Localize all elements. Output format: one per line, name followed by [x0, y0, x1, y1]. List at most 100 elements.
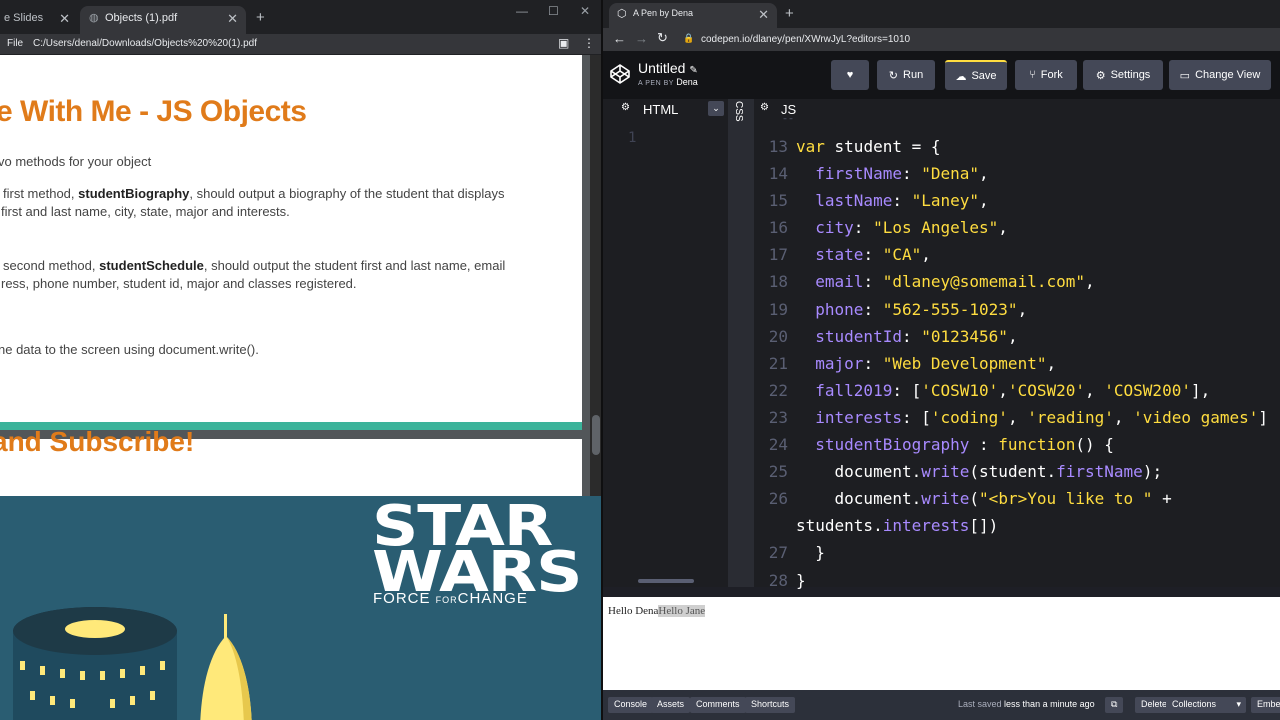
code-line[interactable]: 13 var student = { [754, 133, 1280, 160]
trademark-mark: ™ [568, 580, 575, 587]
tab-codepen[interactable]: ⬡ A Pen by Dena ✕ [609, 3, 777, 28]
file-path[interactable]: C:/Users/denal/Downloads/Objects%20%20(1… [33, 38, 257, 49]
code-text: fall2019: ['COSW10','COSW20', 'COSW200']… [815, 380, 1211, 400]
new-tab-icon[interactable]: + [785, 5, 794, 22]
embed-button[interactable]: Embe [1251, 697, 1280, 713]
js-pane-header: ⚙ JS [754, 99, 1280, 121]
fork-button[interactable]: ⑂ Fork [1015, 60, 1077, 90]
assets-button[interactable]: Assets [651, 697, 691, 713]
collections-button[interactable]: Collections ▾ [1166, 697, 1246, 713]
left-tab-bar: e Slides ✕ ◍ Objects (1).pdf ✕ + — ☐ ✕ [0, 0, 602, 34]
close-icon[interactable]: ✕ [59, 11, 70, 27]
code-line[interactable]: 22 fall2019: ['COSW10','COSW20', 'COSW20… [754, 377, 1280, 404]
css-pane-title: CSS [733, 101, 744, 122]
settings-small-icon[interactable]: ⚙ [621, 102, 630, 113]
pdf-outro: ne data to the screen using document.wri… [0, 342, 259, 357]
tab-label: A Pen by Dena [633, 8, 694, 18]
chevron-down-icon: ▾ [1236, 699, 1241, 709]
pdf-method2-line2: ress, phone number, student id, major an… [1, 276, 357, 291]
code-text: major: "Web Development", [815, 353, 1057, 373]
gear-icon: ⚙ [1095, 69, 1106, 82]
right-tab-bar: ⬡ A Pen by Dena ✕ + [603, 0, 1280, 28]
code-text: lastName: "Laney", [815, 191, 989, 211]
line-number: 16 [768, 218, 788, 238]
code-line[interactable]: 17 state: "CA", [754, 241, 1280, 268]
code-line[interactable]: 21 major: "Web Development", [754, 350, 1280, 377]
js-code-area[interactable]: 13 var student = {14 firstName: "Dena", 15… [754, 133, 1280, 594]
chevron-down-icon[interactable]: ⌄ [708, 101, 724, 116]
result-preview[interactable]: Hello DenaHello Jane [603, 597, 1280, 690]
edit-pencil-icon[interactable]: ✎ [689, 65, 697, 76]
save-button[interactable]: ☁ Save [945, 60, 1007, 90]
codepen-browser-window: ⬡ A Pen by Dena ✕ + ← → ↻ 🔒 codepen.io/d… [603, 0, 1280, 720]
preview-output-text: Hello Dena [608, 605, 659, 617]
change-view-button[interactable]: ▭ Change View [1169, 60, 1271, 90]
code-text: studentBiography : function() { [815, 435, 1114, 455]
line-number: 28 [768, 570, 788, 590]
console-button[interactable]: Console [608, 697, 654, 713]
menu-icon[interactable]: ⋮ [583, 36, 595, 50]
code-line[interactable]: 19 phone: "562-555-1023", [754, 296, 1280, 323]
close-icon[interactable]: ✕ [758, 7, 769, 23]
preview-output-selected: Hello Jane [658, 605, 706, 617]
js-editor[interactable]: ⚙ JS ¯¯ 13 var student = {14 firstName: "… [754, 99, 1280, 590]
url-field[interactable]: codepen.io/dlaney/pen/XWrwJyL?editors=10… [701, 34, 910, 45]
close-icon[interactable]: ✕ [227, 11, 238, 27]
forward-icon[interactable]: → [635, 31, 648, 46]
code-line[interactable]: 18 email: "dlaney@somemail.com", [754, 268, 1280, 295]
last-saved-status: Last saved less than a minute ago [958, 699, 1095, 709]
lock-icon: 🔒 [683, 33, 695, 43]
code-line[interactable]: 15 lastName: "Laney", [754, 187, 1280, 214]
code-line[interactable]: 20 studentId: "0123456", [754, 323, 1280, 350]
right-address-bar: ← → ↻ 🔒 codepen.io/dlaney/pen/XWrwJyL?ed… [603, 28, 1280, 51]
line-number: 15 [768, 191, 788, 211]
settings-small-icon[interactable]: ⚙ [760, 102, 769, 113]
reload-icon[interactable]: ↻ [657, 30, 668, 46]
close-window-icon[interactable]: ✕ [580, 4, 590, 18]
code-line[interactable]: 28} [754, 567, 1280, 594]
html-pane-header: ⚙ HTML ⌄ [616, 99, 728, 121]
code-line[interactable]: 25 document.write(student.firstName); [754, 458, 1280, 485]
codepen-footer: Console Assets Comments Shortcuts Last s… [603, 690, 1280, 720]
code-line[interactable]: 16 city: "Los Angeles", [754, 214, 1280, 241]
code-line[interactable]: 26 document.write("<br>You like to " + [754, 485, 1280, 512]
comments-button[interactable]: Comments [690, 697, 746, 713]
settings-button[interactable]: ⚙ Settings [1083, 60, 1163, 90]
code-line[interactable]: students.interests[]) [754, 512, 1280, 539]
code-text: interests: ['coding', 'reading', 'video … [815, 407, 1269, 427]
run-button[interactable]: ↻ Run [877, 60, 935, 90]
css-collapsed-pane[interactable]: CSS [728, 99, 754, 587]
line-number: 26 [768, 489, 788, 509]
heart-icon: ♥ [846, 69, 854, 81]
html-horizontal-scrollbar[interactable] [638, 579, 694, 583]
love-button[interactable]: ♥ [831, 60, 869, 90]
line-number: 20 [768, 326, 788, 346]
code-text: } [796, 543, 825, 563]
tab-pdf[interactable]: ◍ Objects (1).pdf ✕ [80, 6, 246, 34]
pdf-page2-heading: and Subscribe! [0, 426, 195, 457]
code-text: email: "dlaney@somemail.com", [815, 272, 1095, 292]
code-line[interactable]: 24 studentBiography : function() { [754, 431, 1280, 458]
pen-title[interactable]: Untitled ✎ [638, 60, 698, 76]
html-editor[interactable]: ⚙ HTML ⌄ 1 [616, 99, 728, 587]
pdf-address-bar: File C:/Users/denal/Downloads/Objects%20… [0, 34, 602, 54]
new-tab-icon[interactable]: + [256, 9, 265, 26]
maximize-icon[interactable]: ☐ [548, 4, 559, 18]
code-text: state: "CA", [815, 245, 931, 265]
minimize-icon[interactable]: — [516, 4, 528, 18]
run-icon: ↻ [888, 69, 899, 82]
file-label: File [7, 38, 24, 49]
code-line[interactable]: 27 } [754, 539, 1280, 566]
external-link-icon[interactable]: ⧉ [1105, 697, 1124, 713]
code-text: document.write(student.firstName); [796, 462, 1163, 482]
extension-icon[interactable]: ▣ [558, 36, 569, 50]
code-line[interactable]: 14 firstName: "Dena", [754, 160, 1280, 187]
tab-slides[interactable]: e Slides ✕ [0, 6, 78, 34]
code-line[interactable]: 23 interests: ['coding', 'reading', 'vid… [754, 404, 1280, 431]
editor-panels: ⚙ HTML ⌄ 1 CSS ⚙ JS ¯¯ 13 var student = {… [603, 99, 1280, 590]
back-icon[interactable]: ← [613, 31, 626, 46]
codepen-logo-icon[interactable] [609, 63, 631, 85]
tower-illustration [13, 607, 177, 720]
pdf-scroll-thumb[interactable] [592, 415, 600, 455]
shortcuts-button[interactable]: Shortcuts [745, 697, 796, 713]
